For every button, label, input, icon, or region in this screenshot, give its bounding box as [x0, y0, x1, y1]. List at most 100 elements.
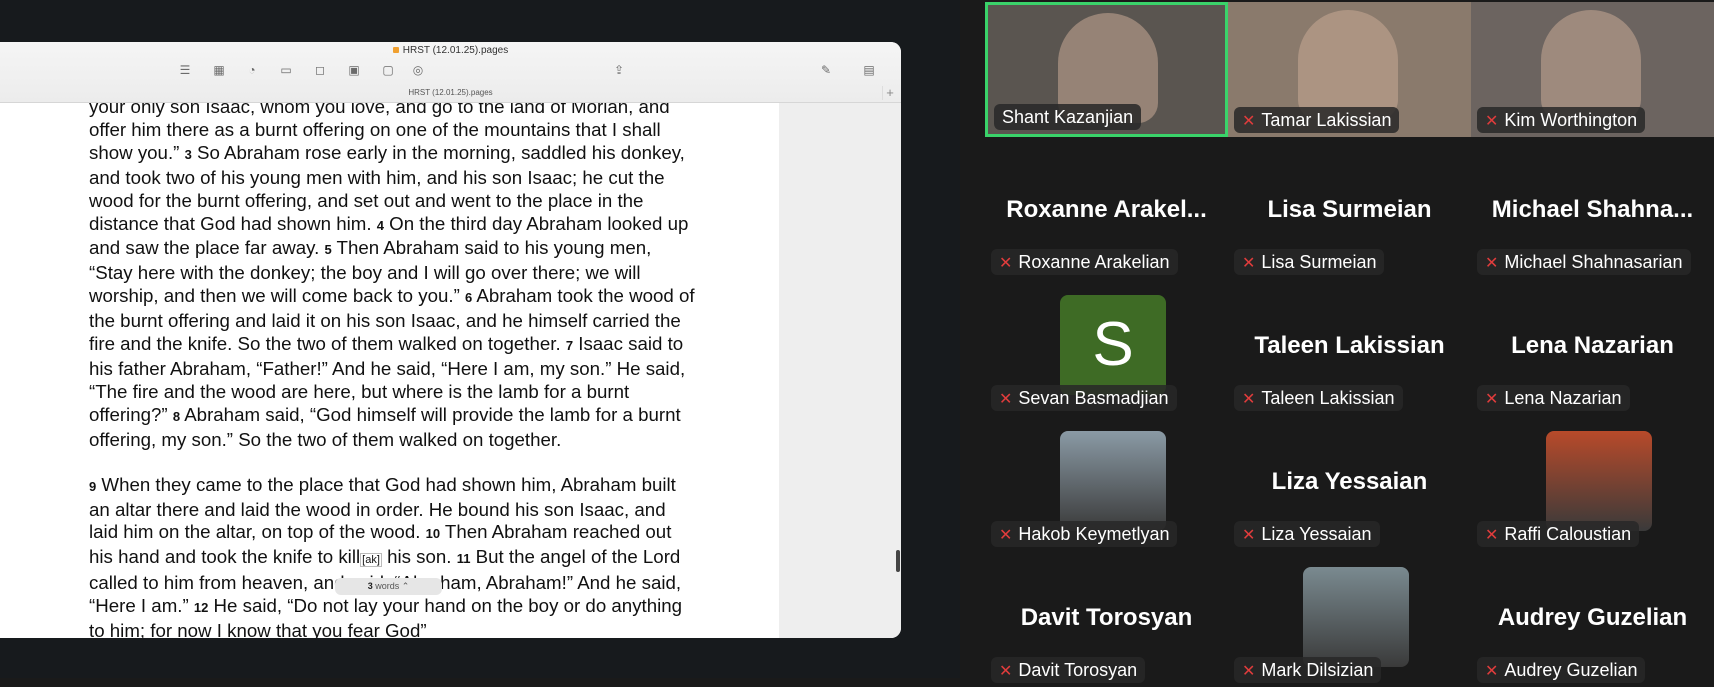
- verse-number: 8: [172, 408, 181, 424]
- participant-tile[interactable]: ✕ Kim Worthington: [1471, 2, 1714, 137]
- avatar-photo: [1303, 567, 1409, 667]
- muted-mic-icon: ✕: [1485, 391, 1499, 408]
- participant-tile[interactable]: ✕ Tamar Lakissian: [1228, 2, 1471, 137]
- share-icon[interactable]: ⇪: [611, 62, 627, 78]
- participant-name: Lisa Surmeian: [1261, 252, 1377, 272]
- document-title: HRST (12.01.25).pages: [0, 45, 901, 56]
- participant-name: Lena Nazarian: [1504, 388, 1622, 408]
- participant-name: Liza Yessaian: [1261, 524, 1372, 544]
- collaborate-icon[interactable]: ◎: [410, 62, 426, 78]
- participant-name-tag: ✕ Mark Dilsizian: [1234, 657, 1382, 683]
- avatar: S: [1060, 295, 1166, 395]
- participant-name: Roxanne Arakelian: [1018, 252, 1170, 272]
- muted-mic-icon: ✕: [999, 527, 1013, 544]
- participant-tile[interactable]: Shant Kazanjian: [985, 2, 1228, 137]
- participant-name-tag: ✕ Lena Nazarian: [1477, 385, 1630, 411]
- participant-tile[interactable]: Lisa Surmeian ✕ Lisa Surmeian: [1228, 144, 1471, 279]
- verse-number: 12: [193, 600, 209, 616]
- participant-name-tag: ✕ Sevan Basmadjian: [991, 385, 1177, 411]
- table-icon[interactable]: ▦: [211, 62, 227, 78]
- participant-name-tag: ✕ Kim Worthington: [1477, 107, 1646, 133]
- participant-name: Tamar Lakissian: [1261, 110, 1392, 130]
- document-page[interactable]: your only son Isaac, whom you love, and …: [0, 103, 779, 638]
- participant-name-tag: ✕ Taleen Lakissian: [1234, 385, 1403, 411]
- participant-name-tag: ✕ Roxanne Arakelian: [991, 249, 1178, 275]
- format-brush-icon[interactable]: ✎: [818, 62, 834, 78]
- list-icon[interactable]: ☰: [177, 62, 193, 78]
- participant-tile[interactable]: S ✕ Sevan Basmadjian: [985, 280, 1228, 415]
- verse-number: 5: [324, 242, 332, 258]
- media-icon[interactable]: ▣: [346, 62, 362, 78]
- video-feed: [1298, 10, 1398, 120]
- participant-name-tag: ✕ Michael Shahnasarian: [1477, 249, 1691, 275]
- text-icon[interactable]: ▭: [278, 62, 294, 78]
- participant-display-name: Lisa Surmeian: [1267, 196, 1432, 223]
- participant-name-tag: ✕ Lisa Surmeian: [1234, 249, 1385, 275]
- document-margin: [779, 103, 901, 638]
- document-paragraph[interactable]: 9 When they came to the place that God h…: [89, 474, 699, 638]
- muted-mic-icon: ✕: [1485, 663, 1499, 680]
- muted-mic-icon: ✕: [999, 663, 1013, 680]
- muted-mic-icon: ✕: [1242, 113, 1256, 130]
- participant-name: Hakob Keymetlyan: [1018, 524, 1170, 544]
- muted-mic-icon: ✕: [1485, 113, 1499, 130]
- participant-display-name: Audrey Guzelian: [1497, 604, 1688, 631]
- participant-display-name: Lena Nazarian: [1511, 332, 1674, 359]
- avatar-photo: [1546, 431, 1652, 531]
- muted-mic-icon: ✕: [999, 255, 1013, 272]
- participant-tile[interactable]: Audrey Guzelian ✕ Audrey Guzelian: [1471, 552, 1714, 687]
- muted-mic-icon: ✕: [1485, 255, 1499, 272]
- participant-tile[interactable]: Lena Nazarian ✕ Lena Nazarian: [1471, 280, 1714, 415]
- participant-display-name: Michael Shahna...: [1491, 196, 1694, 223]
- participant-name: Kim Worthington: [1504, 110, 1638, 130]
- chart-icon[interactable]: ◔: [244, 62, 260, 78]
- verse-number: 4: [376, 217, 384, 233]
- participant-tile[interactable]: Michael Shahna... ✕ Michael Shahnasarian: [1471, 144, 1714, 279]
- participant-tile[interactable]: Taleen Lakissian ✕ Taleen Lakissian: [1228, 280, 1471, 415]
- pages-toolbar: HRST (12.01.25).pages ☰ ▦ ◔ ▭ ◻ ▣ ▢ ◎ ⇪ …: [0, 42, 901, 103]
- participant-name-tag: ✕ Hakob Keymetlyan: [991, 521, 1178, 547]
- word-count-indicator[interactable]: 3 words ⌃: [335, 578, 442, 595]
- participant-tile[interactable]: Liza Yessaian ✕ Liza Yessaian: [1228, 416, 1471, 551]
- participant-display-name: Taleen Lakissian: [1254, 332, 1445, 359]
- comment-icon[interactable]: ▢: [380, 62, 396, 78]
- muted-mic-icon: ✕: [1242, 663, 1256, 680]
- avatar-photo: [1060, 431, 1166, 531]
- participant-tile[interactable]: Roxanne Arakel... ✕ Roxanne Arakelian: [985, 144, 1228, 279]
- participant-tile[interactable]: Davit Torosyan ✕ Davit Torosyan: [985, 552, 1228, 687]
- participant-name: Sevan Basmadjian: [1018, 388, 1169, 408]
- participant-name-tag: Shant Kazanjian: [994, 104, 1142, 130]
- shape-icon[interactable]: ◻: [312, 62, 328, 78]
- participant-name-tag: ✕ Tamar Lakissian: [1234, 107, 1400, 133]
- participant-name: Audrey Guzelian: [1504, 660, 1638, 680]
- muted-mic-icon: ✕: [1242, 255, 1256, 272]
- participant-display-name: Davit Torosyan: [1020, 604, 1193, 631]
- participant-name: Shant Kazanjian: [1002, 107, 1134, 127]
- participant-display-name: Roxanne Arakel...: [1006, 196, 1207, 223]
- pages-doc-icon: [392, 47, 399, 54]
- add-tab-button[interactable]: +: [882, 86, 897, 100]
- participant-name-tag: ✕ Liza Yessaian: [1234, 521, 1380, 547]
- participant-name-tag: ✕ Raffi Caloustian: [1477, 521, 1640, 547]
- participant-name: Taleen Lakissian: [1261, 388, 1395, 408]
- muted-mic-icon: ✕: [1485, 527, 1499, 544]
- participant-tile[interactable]: ✕ Raffi Caloustian: [1471, 416, 1714, 551]
- verse-number: 7: [565, 338, 574, 354]
- scrollbar-thumb[interactable]: [896, 550, 900, 572]
- document-paragraph[interactable]: your only son Isaac, whom you love, and …: [89, 103, 699, 452]
- document-subtitle: HRST (12.01.25).pages: [408, 88, 493, 97]
- participant-tile[interactable]: ✕ Mark Dilsizian: [1228, 552, 1471, 687]
- participant-name: Michael Shahnasarian: [1504, 252, 1683, 272]
- document-body[interactable]: your only son Isaac, whom you love, and …: [89, 103, 699, 638]
- document-text-run: his son.: [381, 546, 457, 568]
- muted-mic-icon: ✕: [1242, 527, 1256, 544]
- document-title-text: HRST (12.01.25).pages: [402, 45, 509, 56]
- document-icon[interactable]: ▤: [861, 62, 877, 78]
- zoom-gallery: Shant Kazanjian ✕ Tamar Lakissian ✕ Kim Wort…: [985, 0, 1714, 683]
- participant-name: Mark Dilsizian: [1261, 660, 1374, 680]
- video-feed: [1541, 10, 1641, 120]
- participant-tile[interactable]: ✕ Hakob Keymetlyan: [985, 416, 1228, 551]
- shared-screen: HRST (12.01.25).pages ☰ ▦ ◔ ▭ ◻ ▣ ▢ ◎ ⇪ …: [0, 0, 960, 678]
- participant-name: Raffi Caloustian: [1504, 524, 1632, 544]
- word-count-label: words ⌃: [372, 581, 410, 591]
